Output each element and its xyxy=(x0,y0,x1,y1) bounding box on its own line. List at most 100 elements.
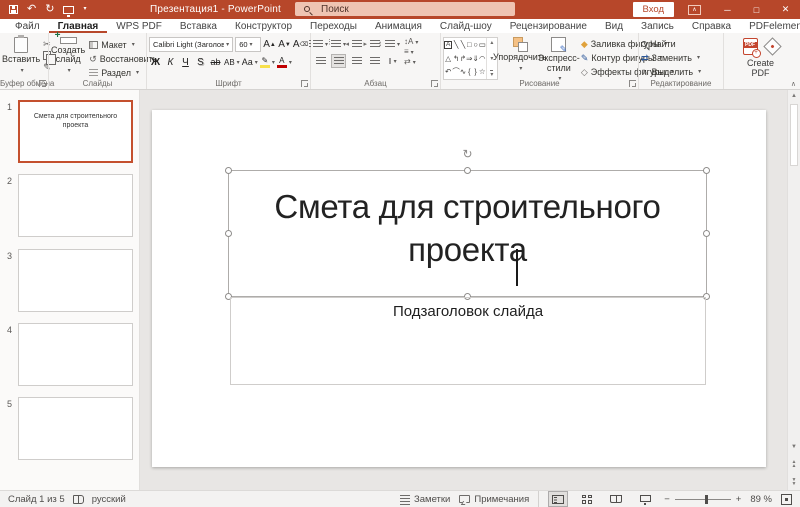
clear-formatting-button[interactable]: А ⌫ xyxy=(293,38,308,52)
underline-button[interactable]: Ч xyxy=(179,55,192,69)
zoom-out-button[interactable]: − xyxy=(664,494,670,505)
bold-button[interactable]: Ж xyxy=(149,55,162,69)
scroll-down-icon[interactable]: ▼ xyxy=(788,444,800,450)
save-icon[interactable] xyxy=(9,5,18,14)
tab-design[interactable]: Конструктор xyxy=(226,19,301,33)
tab-help[interactable]: Справка xyxy=(683,19,740,33)
zoom-slider[interactable] xyxy=(674,494,731,504)
redo-icon[interactable]: ↻ xyxy=(45,4,54,15)
align-text-button[interactable]: ≡ xyxy=(404,47,418,56)
slide-subtitle-text[interactable]: Подзаголовок слайда xyxy=(231,298,705,320)
strikethrough-button[interactable]: ab xyxy=(209,55,222,69)
align-center-button[interactable] xyxy=(331,54,346,68)
tab-slideshow[interactable]: Слайд-шоу xyxy=(431,19,501,33)
arrange-button[interactable]: Упорядочить xyxy=(493,37,547,74)
search-input[interactable]: Поиск xyxy=(295,2,515,16)
scroll-up-icon[interactable]: ▲ xyxy=(788,93,800,99)
resize-handle-nw[interactable] xyxy=(225,167,232,174)
character-spacing-button[interactable]: АВ xyxy=(224,55,240,69)
normal-view-button[interactable] xyxy=(548,491,569,507)
tab-record[interactable]: Запись xyxy=(632,19,683,33)
tab-transitions[interactable]: Переходы xyxy=(301,19,366,33)
slide-thumbnail-5[interactable] xyxy=(18,397,133,460)
tab-pdfelement[interactable]: PDFelement xyxy=(740,19,800,33)
slide-title-text[interactable]: Смета для строительного проекта xyxy=(229,171,706,271)
zoom-in-button[interactable]: + xyxy=(736,494,742,505)
notes-button[interactable]: Заметки xyxy=(400,494,450,505)
shape-arc[interactable]: ◠ xyxy=(479,52,486,66)
slide-indicator[interactable]: Слайд 1 из 5 xyxy=(8,494,65,505)
tab-wps-pdf[interactable]: WPS PDF xyxy=(107,19,171,33)
vertical-scrollbar[interactable]: ▲ ▼ ▲ ▲ ▼ ▼ xyxy=(787,90,800,490)
shapes-scroll-up-icon[interactable]: ▴ xyxy=(490,39,493,46)
subtitle-placeholder[interactable]: Подзаголовок слайда xyxy=(230,297,706,385)
create-pdf-button[interactable]: Create PDF xyxy=(744,58,778,78)
tab-animations[interactable]: Анимация xyxy=(366,19,431,33)
shape-elbow-connector[interactable]: ↰ xyxy=(452,52,460,66)
close-button[interactable]: ✕ xyxy=(771,0,800,19)
grow-font-button[interactable]: А ▲ xyxy=(263,38,276,52)
undo-icon[interactable]: ↶ xyxy=(27,4,36,15)
clipboard-dialog-launcher[interactable] xyxy=(39,80,46,87)
convert-smartart-button[interactable]: ⇄ xyxy=(404,57,418,66)
shape-textbox[interactable]: A xyxy=(444,38,453,52)
shape-star[interactable]: ☆ xyxy=(479,65,486,79)
title-placeholder[interactable]: ↻ Смета для строительного проекта xyxy=(225,148,710,300)
language-indicator[interactable]: русский xyxy=(92,494,126,505)
slide-editing-surface[interactable]: ↻ Смета для строительного проекта Подзаг… xyxy=(152,110,766,467)
slideshow-view-button[interactable] xyxy=(635,491,655,507)
change-case-button[interactable]: Аа xyxy=(242,55,258,69)
new-slide-button[interactable]: Создать слайд xyxy=(51,31,85,76)
line-spacing-button[interactable] xyxy=(378,37,400,51)
font-color-button[interactable]: А xyxy=(276,55,292,69)
drawing-dialog-launcher[interactable] xyxy=(629,80,636,87)
replace-button[interactable]: ⇄ Заменить xyxy=(641,52,721,64)
decrease-indent-button[interactable] xyxy=(346,37,364,51)
text-shadow-button[interactable]: S xyxy=(194,55,207,69)
restore-button[interactable]: □ xyxy=(742,0,771,19)
font-family-combobox[interactable]: Calibri Light (Заголовки) xyxy=(149,37,234,52)
start-slideshow-icon[interactable] xyxy=(63,5,75,17)
slide-thumbnail-1[interactable]: Смета для строительного проекта xyxy=(18,100,133,163)
find-button[interactable]: Найти xyxy=(641,38,721,50)
align-left-button[interactable] xyxy=(313,54,328,68)
paste-button[interactable]: Вставить xyxy=(2,35,40,76)
scrollbar-thumb[interactable] xyxy=(790,104,798,166)
slide-thumbnail-3[interactable] xyxy=(18,249,133,312)
font-dialog-launcher[interactable] xyxy=(301,80,308,87)
shape-curve[interactable]: ⌒ xyxy=(452,65,460,79)
tab-file[interactable]: Файл xyxy=(6,19,49,33)
numbering-button[interactable] xyxy=(326,37,346,51)
slide-thumbnail-4[interactable] xyxy=(18,323,133,386)
minimize-button[interactable]: ─ xyxy=(713,0,742,19)
resize-handle-ne[interactable] xyxy=(703,167,710,174)
resize-handle-w[interactable] xyxy=(225,229,232,237)
collapse-ribbon-icon[interactable]: ∧ xyxy=(791,80,796,88)
slide-sorter-view-button[interactable] xyxy=(577,491,597,507)
justify-button[interactable] xyxy=(367,54,382,68)
shapes-more-icon[interactable]: ▾ xyxy=(490,70,494,78)
spellcheck-icon[interactable] xyxy=(72,494,84,504)
comments-button[interactable]: Примечания xyxy=(459,494,529,505)
pdf-sign-icon[interactable] xyxy=(762,37,782,56)
resize-handle-n[interactable] xyxy=(463,167,471,174)
reading-view-button[interactable] xyxy=(606,491,626,507)
highlight-color-button[interactable]: ✎ xyxy=(259,55,275,69)
tab-insert[interactable]: Вставка xyxy=(171,19,226,33)
slide-thumbnail-2[interactable] xyxy=(18,174,133,237)
shrink-font-button[interactable]: А ▼ xyxy=(278,38,291,52)
columns-button[interactable]: ‖ xyxy=(385,54,400,68)
tab-view[interactable]: Вид xyxy=(596,19,632,33)
shape-curved-arrow[interactable]: ↶ xyxy=(444,65,452,79)
shape-triangle[interactable]: △ xyxy=(444,52,452,66)
previous-slide-icon[interactable]: ▲ ▲ xyxy=(788,460,800,469)
zoom-level[interactable]: 89 % xyxy=(750,494,772,505)
next-slide-icon[interactable]: ▼ ▼ xyxy=(788,478,800,487)
customize-qat-icon[interactable]: ▾ xyxy=(83,4,86,15)
shape-rounded-rectangle[interactable]: ▭ xyxy=(479,38,486,52)
tab-review[interactable]: Рецензирование xyxy=(501,19,596,33)
fit-slide-to-window-icon[interactable] xyxy=(781,493,792,505)
font-size-combobox[interactable]: 60 xyxy=(235,37,261,52)
select-button[interactable]: ⇖ Выделить xyxy=(641,66,721,78)
italic-button[interactable]: К xyxy=(164,55,177,69)
